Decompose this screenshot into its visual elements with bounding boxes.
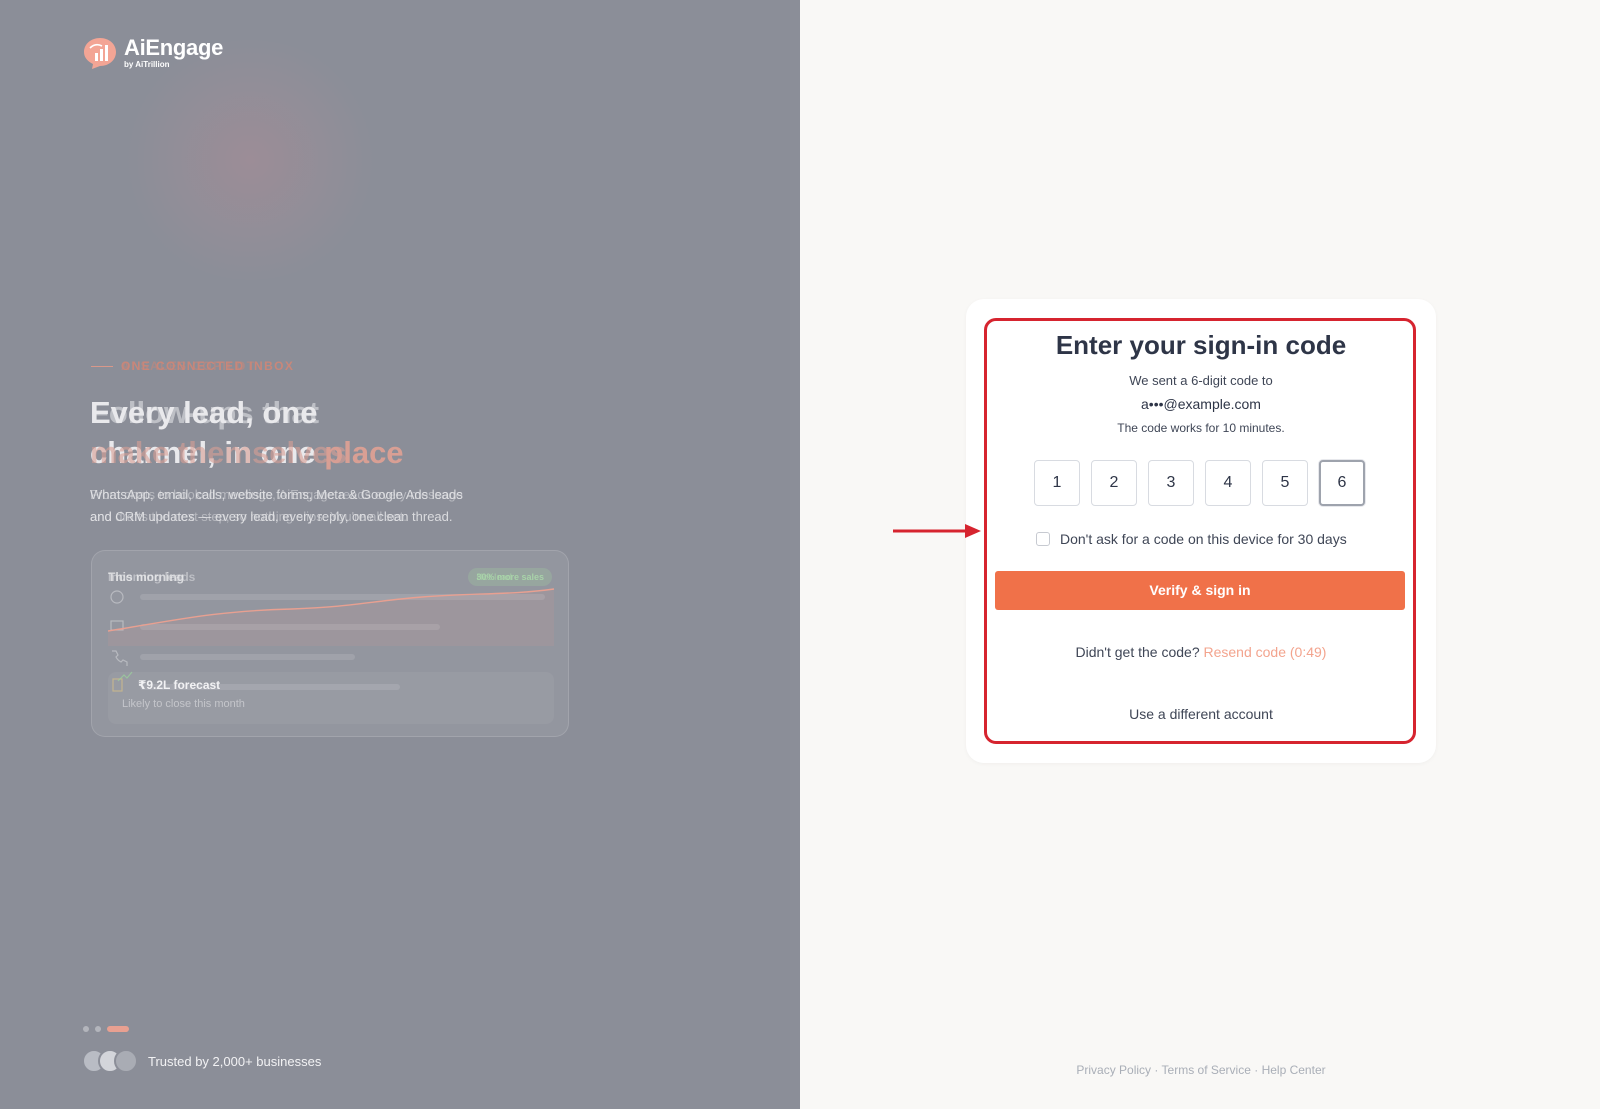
hero-panel: AiEngage by AiTrillion ONE CONNECTED INB… bbox=[0, 0, 800, 1109]
eyebrow-ghost-text: AI SALES COPILOT bbox=[121, 359, 256, 373]
code-digit-4[interactable]: 4 bbox=[1205, 460, 1251, 506]
headline-ghost-line-2: make themselves bbox=[90, 435, 347, 470]
trust-row: Trusted by 2,000+ businesses bbox=[82, 1049, 321, 1073]
forecast-panel: ₹9.2L forecast Likely to close this mont… bbox=[108, 672, 554, 724]
signin-title: Enter your sign-in code bbox=[1055, 330, 1347, 360]
verify-signin-button[interactable]: Verify & sign in bbox=[995, 571, 1405, 610]
eyebrow-divider bbox=[91, 365, 113, 367]
code-digit-1[interactable]: 1 bbox=[1034, 460, 1080, 506]
code-digit-3[interactable]: 3 bbox=[1148, 460, 1194, 506]
different-account-link[interactable]: Use a different account bbox=[966, 706, 1436, 722]
code-digit-6[interactable]: 6 bbox=[1319, 460, 1365, 506]
code-validity-text: The code works for 10 minutes. bbox=[1117, 421, 1285, 435]
headline-ghost-line-1: Follow-ups that bbox=[90, 395, 320, 430]
code-digit-5[interactable]: 5 bbox=[1262, 460, 1308, 506]
skeleton-line bbox=[140, 654, 355, 660]
footer-separator: · bbox=[1254, 1063, 1259, 1077]
code-digit-2[interactable]: 2 bbox=[1091, 460, 1137, 506]
avatar bbox=[114, 1049, 138, 1073]
subtitle-ghost-line-2: and drafts the next step, so nothing sli… bbox=[90, 509, 407, 524]
resend-prompt: Didn't get the code? bbox=[1075, 644, 1200, 660]
footer-links: Privacy Policy · Terms of Service · Help… bbox=[966, 1063, 1436, 1077]
hero-headline: Every lead, one Follow-ups that channel,… bbox=[90, 393, 404, 473]
preview-card: This morning Incoming leads 30% more sal… bbox=[91, 550, 569, 737]
brand-logo[interactable]: AiEngage by AiTrillion bbox=[82, 36, 223, 70]
code-sent-text: We sent a 6-digit code to bbox=[1129, 373, 1273, 388]
brand-by: by AiTrillion bbox=[124, 60, 170, 69]
resend-code-link[interactable]: Resend code (0:49) bbox=[1204, 644, 1327, 660]
terms-of-service-link[interactable]: Terms of Service bbox=[1162, 1063, 1251, 1077]
carousel-dot-active[interactable] bbox=[107, 1026, 129, 1032]
hero-subtitle: WhatsApp, email, calls, website forms, M… bbox=[90, 484, 570, 528]
phone-icon bbox=[112, 650, 128, 666]
resend-row: Didn't get the code? Resend code (0:49) bbox=[966, 644, 1436, 660]
hero-eyebrow: ONE CONNECTED INBOX AI SALES COPILOT bbox=[91, 359, 294, 373]
avatar-group bbox=[82, 1049, 138, 1073]
help-center-link[interactable]: Help Center bbox=[1262, 1063, 1326, 1077]
forecast-value: ₹9.2L forecast bbox=[138, 678, 221, 692]
carousel-dots bbox=[83, 1026, 129, 1032]
masked-email: a•••@example.com bbox=[1141, 396, 1261, 412]
footer-separator: · bbox=[1154, 1063, 1159, 1077]
logo-icon bbox=[84, 38, 116, 69]
background-glow bbox=[120, 40, 380, 280]
carousel-dot[interactable] bbox=[83, 1026, 89, 1032]
code-input-group: 1 2 3 4 5 6 bbox=[1034, 460, 1365, 506]
privacy-policy-link[interactable]: Privacy Policy bbox=[1076, 1063, 1151, 1077]
remember-label[interactable]: Don't ask for a code on this device for … bbox=[1060, 531, 1347, 547]
trust-text: Trusted by 2,000+ businesses bbox=[148, 1053, 322, 1069]
remember-device[interactable]: Don't ask for a code on this device for … bbox=[1036, 531, 1347, 547]
pointer-arrow-icon bbox=[893, 524, 981, 538]
forecast-subtitle: Likely to close this month bbox=[122, 698, 245, 710]
subtitle-ghost-line-1: From chats to booked meetings, AiEngage … bbox=[90, 487, 463, 502]
carousel-dot[interactable] bbox=[95, 1026, 101, 1032]
brand-name: AiEngage bbox=[124, 35, 224, 60]
chat-icon bbox=[110, 590, 124, 604]
remember-checkbox[interactable] bbox=[1036, 532, 1050, 546]
